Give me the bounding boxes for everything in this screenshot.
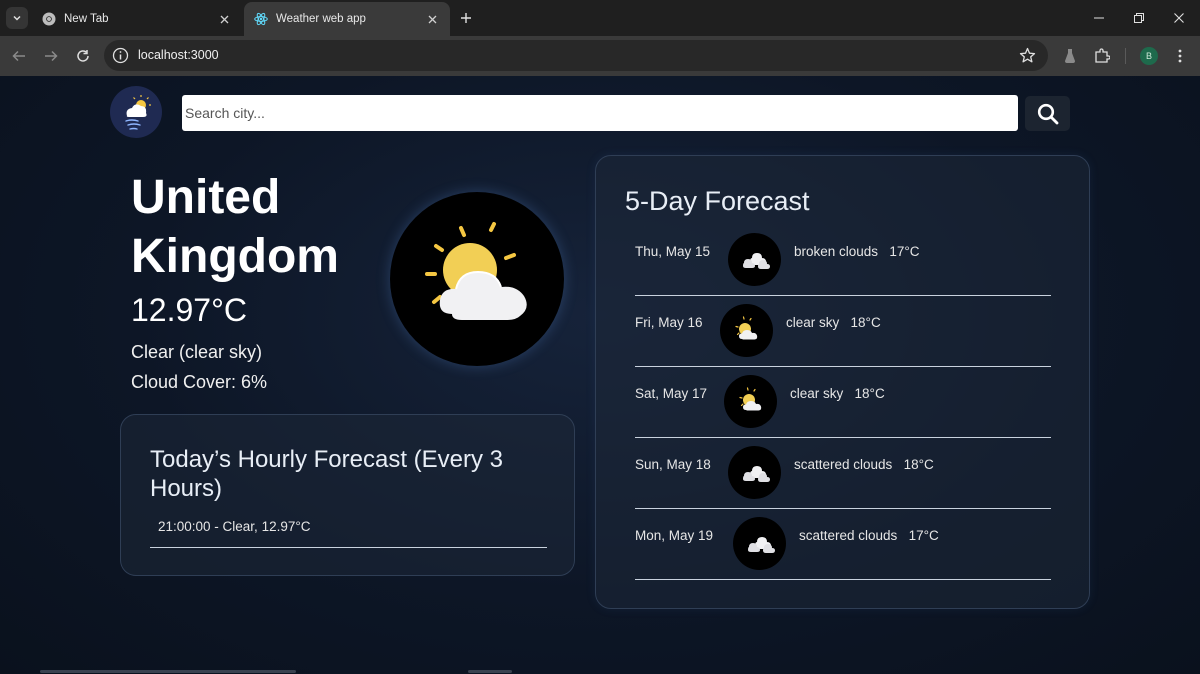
forecast-temperature: 18°C	[854, 386, 885, 401]
tab-weather-web-app[interactable]: Weather web app	[244, 2, 450, 36]
chrome-icon	[42, 12, 56, 26]
app-logo	[110, 86, 162, 138]
reload-button[interactable]	[72, 45, 94, 67]
tab-new-tab[interactable]: New Tab	[32, 2, 242, 36]
forecast-day-row: Sat, May 17 clear sky 18°C	[635, 367, 1051, 438]
forecast-temperature: 17°C	[889, 244, 920, 259]
profile-avatar[interactable]: B	[1140, 47, 1158, 65]
minimize-icon	[1094, 17, 1104, 19]
hourly-forecast-item: 21:00:00 - Clear, 12.97°C	[150, 519, 547, 548]
cloud-cover: Cloud Cover: 6%	[131, 372, 268, 392]
tab-title: Weather web app	[276, 13, 366, 25]
clouds-icon	[728, 446, 781, 499]
tab-title: New Tab	[64, 13, 109, 25]
new-tab-button[interactable]	[456, 8, 476, 28]
forecast-description: scattered clouds 17°C	[799, 528, 939, 543]
forecast-date: Sat, May 17	[635, 386, 708, 401]
bookmark-star-icon[interactable]	[1019, 47, 1036, 64]
scrollbar-thumb[interactable]	[468, 670, 512, 673]
forward-button[interactable]	[40, 45, 62, 67]
close-icon[interactable]	[424, 11, 440, 27]
extensions-button[interactable]	[1092, 46, 1112, 66]
tab-search-button[interactable]	[6, 7, 28, 29]
forecast-date: Thu, May 15	[635, 244, 711, 259]
forecast-day-row: Mon, May 19 scattered clouds 17°C	[635, 509, 1051, 580]
extension-puzzle-button[interactable]	[1060, 46, 1080, 66]
forecast-condition: scattered clouds	[794, 457, 893, 472]
close-window-button[interactable]	[1169, 8, 1189, 28]
hourly-forecast-card: Today’s Hourly Forecast (Every 3 Hours) …	[120, 414, 575, 576]
plus-icon	[461, 13, 471, 23]
forecast-temperature: 18°C	[850, 315, 881, 330]
restore-button[interactable]	[1129, 8, 1149, 28]
react-icon	[254, 12, 268, 26]
puzzle-icon	[1095, 48, 1110, 63]
close-icon[interactable]	[216, 11, 232, 27]
browser-toolbar: localhost:3000 B	[0, 36, 1200, 76]
forecast-date: Sun, May 18	[635, 457, 711, 472]
forecast-date: Fri, May 16	[635, 315, 703, 330]
search-button[interactable]	[1025, 96, 1070, 131]
forecast-temperature: 17°C	[908, 528, 939, 543]
current-condition: Clear (clear sky)	[131, 342, 263, 362]
toolbar-divider	[1125, 48, 1126, 64]
kebab-menu-icon	[1178, 49, 1182, 63]
forecast-description: clear sky 18°C	[786, 315, 881, 330]
url-text: localhost:3000	[138, 48, 219, 62]
forecast-description: broken clouds 17°C	[794, 244, 920, 259]
weather-logo-icon	[125, 95, 151, 130]
forecast-condition: clear sky	[790, 386, 844, 401]
hourly-forecast-title: Today’s Hourly Forecast (Every 3 Hours)	[150, 446, 504, 502]
arrow-left-icon	[12, 50, 25, 62]
five-day-forecast-card: 5-Day Forecast Thu, May 15 broken clouds…	[595, 155, 1090, 609]
flask-icon	[1065, 49, 1075, 63]
clouds-icon	[728, 233, 781, 286]
forecast-date: Mon, May 19	[635, 528, 714, 543]
weather-app-page: United Kingdom 12.97°C Clear (clear sky)…	[0, 76, 1200, 674]
forecast-day-row: Thu, May 15 broken clouds 17°C	[635, 225, 1051, 296]
city-name: United Kingdom	[131, 171, 339, 283]
forecast-condition: clear sky	[786, 315, 840, 330]
forecast-description: clear sky 18°C	[790, 386, 885, 401]
back-button[interactable]	[8, 45, 30, 67]
arrow-right-icon	[45, 50, 58, 62]
current-weather-icon-container	[390, 192, 564, 366]
forecast-day-row: Sun, May 18 scattered clouds 18°C	[635, 438, 1051, 509]
close-icon	[1174, 13, 1184, 23]
info-icon[interactable]	[112, 47, 129, 64]
search-icon	[1037, 103, 1058, 124]
browser-tab-bar: New Tab Weather web app	[0, 0, 1200, 36]
current-temperature: 12.97°C	[131, 292, 247, 328]
horizontal-scrollbar[interactable]	[40, 670, 296, 673]
search-city-input[interactable]	[182, 95, 1018, 131]
browser-menu-button[interactable]	[1170, 46, 1190, 66]
sun-cloud-icon	[720, 304, 773, 357]
minimize-button[interactable]	[1089, 8, 1109, 28]
restore-icon	[1134, 13, 1144, 23]
sun-cloud-icon	[724, 375, 777, 428]
sun-cloud-icon	[425, 222, 527, 320]
forecast-condition: broken clouds	[794, 244, 879, 259]
forecast-day-row: Fri, May 16 clear sky 18°C	[635, 296, 1051, 367]
forecast-condition: scattered clouds	[799, 528, 898, 543]
reload-icon	[77, 50, 89, 62]
address-bar[interactable]: localhost:3000	[104, 40, 1048, 71]
clouds-icon	[733, 517, 786, 570]
forecast-description: scattered clouds 18°C	[794, 457, 934, 472]
forecast-temperature: 18°C	[903, 457, 934, 472]
chevron-down-icon	[13, 15, 21, 21]
forecast-title: 5-Day Forecast	[625, 186, 810, 216]
